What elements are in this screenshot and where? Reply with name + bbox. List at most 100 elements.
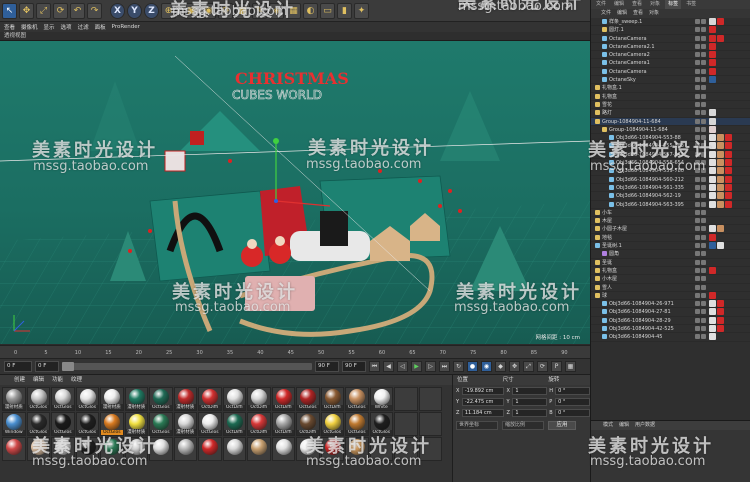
material-tag-icon[interactable] <box>709 324 716 332</box>
viewport-menu-item[interactable]: ProRender <box>112 24 140 30</box>
object-menu-edit[interactable]: 编辑 <box>617 9 627 18</box>
object-row[interactable]: Obj3d66-1084904-560-212 <box>591 175 750 184</box>
visibility-toggles[interactable] <box>695 267 706 273</box>
visibility-toggles[interactable] <box>695 325 706 331</box>
visibility-toggles[interactable] <box>695 43 706 49</box>
material-swatch[interactable]: OctGlos <box>51 412 75 436</box>
material-swatch[interactable]: OctDiffi <box>247 387 271 411</box>
object-menu-view[interactable]: 查看 <box>633 9 643 18</box>
material-swatch[interactable] <box>2 437 26 461</box>
material-swatch[interactable]: OctDiffi <box>271 412 295 436</box>
visibility-dot-icon[interactable] <box>695 309 700 315</box>
object-row[interactable]: OctaneCamera2 <box>591 51 750 60</box>
max-frame-field[interactable]: 90 F <box>315 361 339 372</box>
visibility-dot-icon[interactable] <box>695 101 700 107</box>
end-frame-field[interactable]: 90 F <box>342 361 366 372</box>
material-tag-icon[interactable] <box>709 125 716 133</box>
material-swatch[interactable] <box>369 437 393 461</box>
visibility-toggles[interactable] <box>695 201 706 207</box>
array-button[interactable]: ▦ <box>286 2 301 19</box>
visibility-dot-icon[interactable] <box>695 118 700 124</box>
visibility-dot-icon[interactable] <box>695 35 700 41</box>
object-row[interactable]: 礼物盒.1 <box>591 84 750 93</box>
visibility-dot-icon[interactable] <box>701 301 706 307</box>
material-swatch[interactable] <box>320 437 344 461</box>
visibility-dot-icon[interactable] <box>701 60 706 66</box>
object-row[interactable]: 地毯 <box>591 233 750 243</box>
material-tag-icon[interactable] <box>717 159 724 167</box>
visibility-dot-icon[interactable] <box>695 325 700 331</box>
material-tag-icon[interactable] <box>709 200 716 208</box>
material-tag-icon[interactable] <box>725 134 732 142</box>
material-tag-icon[interactable] <box>717 324 724 332</box>
visibility-dot-icon[interactable] <box>695 93 700 99</box>
material-swatch[interactable]: OctGlos <box>100 412 124 436</box>
material-swatch[interactable] <box>100 437 124 461</box>
material-swatch[interactable]: OctDiffi <box>198 387 222 411</box>
material-tag-icon[interactable] <box>717 300 724 308</box>
visibility-dot-icon[interactable] <box>695 77 700 83</box>
z-axis-button[interactable]: Z <box>144 2 159 19</box>
visibility-toggles[interactable] <box>695 60 706 66</box>
auto-key-button[interactable]: ◉ <box>481 361 492 372</box>
cube-button[interactable]: ■ <box>235 2 250 19</box>
object-row[interactable]: Obj3d66-1084904-27-81 <box>591 308 750 317</box>
visibility-dot-icon[interactable] <box>701 243 706 249</box>
object-row[interactable]: Obj3d66-1084904-45 <box>591 333 750 342</box>
rotate-button[interactable]: ⟳ <box>53 2 68 19</box>
rotate-key-button[interactable]: ⟳ <box>537 361 548 372</box>
material-swatch[interactable] <box>26 437 50 461</box>
material-tag-icon[interactable] <box>725 167 732 175</box>
material-swatch[interactable]: OctGlos <box>26 387 50 411</box>
visibility-dot-icon[interactable] <box>695 201 700 207</box>
visibility-dot-icon[interactable] <box>701 234 706 240</box>
visibility-dot-icon[interactable] <box>701 276 706 282</box>
material-tag-icon[interactable] <box>709 142 716 150</box>
object-row[interactable]: Group-1084904-11-684 <box>591 117 750 126</box>
attribute-tab-userdata[interactable]: 用户数据 <box>635 421 655 430</box>
object-row[interactable]: Obj3d66-1084904-553-88 <box>591 134 750 143</box>
material-swatch[interactable]: OctGlos <box>149 387 173 411</box>
visibility-toggles[interactable] <box>695 118 706 124</box>
material-tag-icon[interactable] <box>709 34 716 42</box>
material-tag-icon[interactable] <box>709 159 716 167</box>
visibility-dot-icon[interactable] <box>695 43 700 49</box>
range-slider-handle[interactable] <box>62 362 74 371</box>
material-swatch[interactable] <box>394 437 418 461</box>
object-row[interactable]: 圆角 <box>591 250 750 259</box>
material-swatch[interactable]: 漫射材质 <box>173 412 197 436</box>
size-field[interactable]: 1 <box>512 387 548 395</box>
visibility-toggles[interactable] <box>695 184 706 190</box>
visibility-toggles[interactable] <box>695 218 706 224</box>
material-tag-icon[interactable] <box>709 192 716 200</box>
visibility-dot-icon[interactable] <box>695 52 700 58</box>
visibility-dot-icon[interactable] <box>701 284 706 290</box>
object-row[interactable]: 雪人 <box>591 284 750 292</box>
viewport-menu-item[interactable]: 面板 <box>95 23 106 31</box>
material-tag-icon[interactable] <box>717 316 724 324</box>
visibility-dot-icon[interactable] <box>701 143 706 149</box>
material-swatch[interactable] <box>51 437 75 461</box>
object-manager-tab[interactable]: 对象 <box>647 0 663 9</box>
object-row[interactable]: Obj3d66-1084904-28-29 <box>591 316 750 325</box>
visibility-dot-icon[interactable] <box>701 118 706 124</box>
visibility-dot-icon[interactable] <box>701 85 706 91</box>
material-tag-icon[interactable] <box>717 225 724 233</box>
material-swatch[interactable]: OctGlos <box>369 412 393 436</box>
material-swatch[interactable]: OctDiffi <box>222 387 246 411</box>
visibility-toggles[interactable] <box>695 101 706 107</box>
material-tag-icon[interactable] <box>725 192 732 200</box>
visibility-dot-icon[interactable] <box>695 226 700 232</box>
material-tag-icon[interactable] <box>709 42 716 50</box>
viewport-menu-item[interactable]: 选项 <box>61 23 72 31</box>
visibility-toggles[interactable] <box>695 301 706 307</box>
object-row[interactable]: 雪花 <box>591 101 750 110</box>
render-settings-button[interactable]: ⚙ <box>218 2 233 19</box>
visibility-toggles[interactable] <box>695 309 706 315</box>
visibility-dot-icon[interactable] <box>695 193 700 199</box>
material-tag-icon[interactable] <box>717 167 724 175</box>
material-tag-icon[interactable] <box>717 192 724 200</box>
visibility-toggles[interactable] <box>695 126 706 132</box>
object-row[interactable]: Obj3d66-1084904-562-19 <box>591 192 750 201</box>
material-tag-icon[interactable] <box>709 134 716 142</box>
